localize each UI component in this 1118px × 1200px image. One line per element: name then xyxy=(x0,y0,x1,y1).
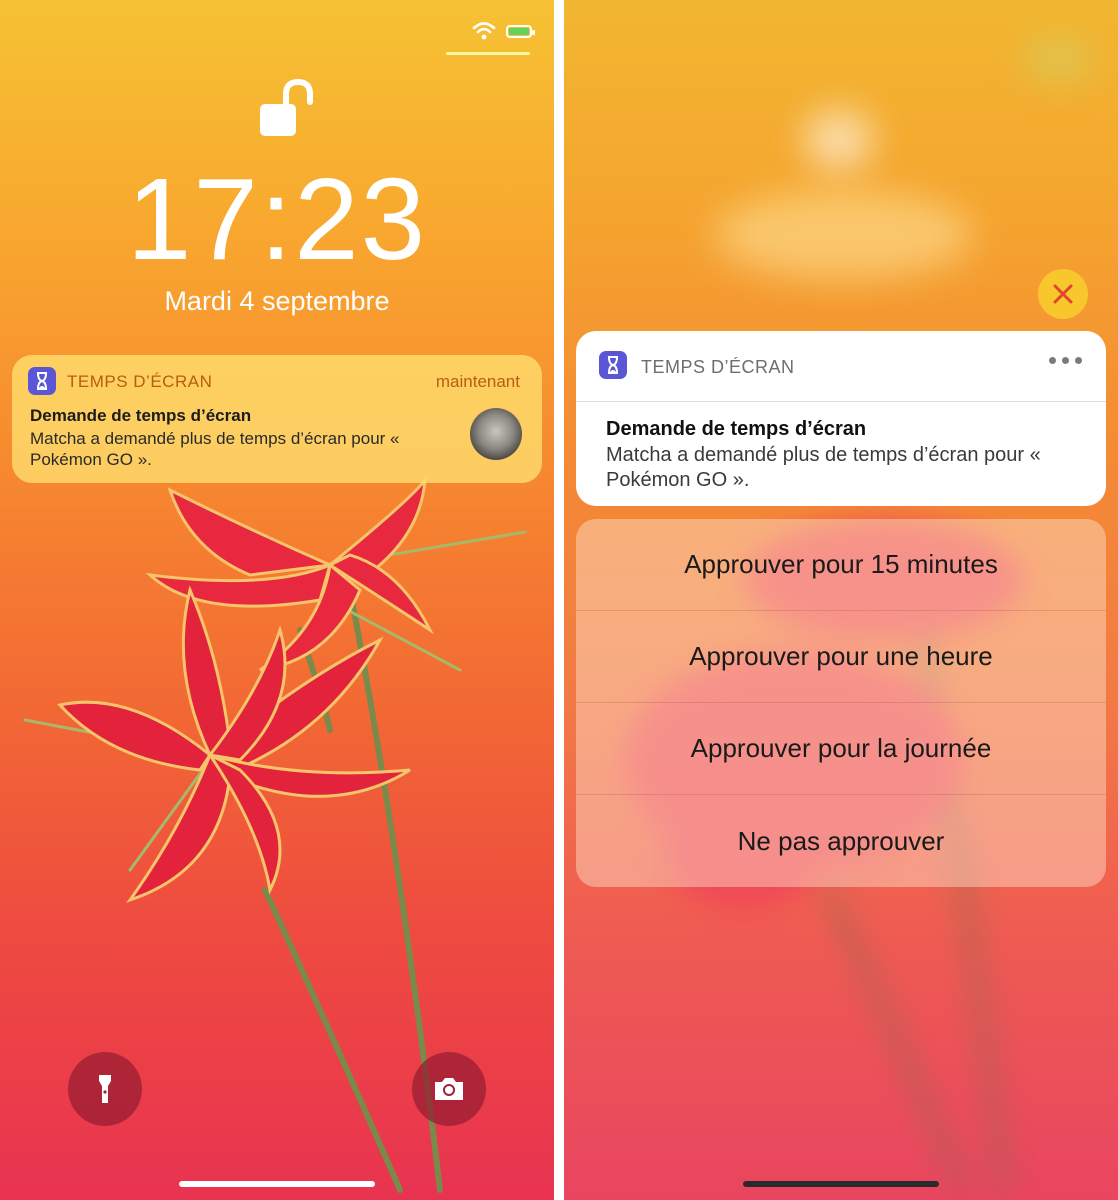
notification-app-name: TEMPS D’ÉCRAN xyxy=(641,357,795,377)
divider xyxy=(576,401,1106,402)
camera-icon xyxy=(435,1078,463,1100)
close-icon xyxy=(1053,284,1073,304)
flashlight-button[interactable] xyxy=(68,1052,142,1126)
hourglass-icon xyxy=(28,367,56,395)
wifi-icon xyxy=(472,22,496,40)
camera-button[interactable] xyxy=(412,1052,486,1126)
more-options-icon[interactable] xyxy=(1049,357,1082,364)
notification-card[interactable]: TEMPS D’ÉCRAN maintenant Demande de temp… xyxy=(12,355,542,483)
close-button[interactable] xyxy=(1038,269,1088,319)
notification-app-name: TEMPS D’ÉCRAN xyxy=(67,372,213,391)
expanded-notification-card: TEMPS D’ÉCRAN Demande de temps d’écran M… xyxy=(576,331,1106,506)
notification-body: Matcha a demandé plus de temps d’écran p… xyxy=(30,429,400,469)
notification-body: Matcha a demandé plus de temps d’écran p… xyxy=(606,444,1041,491)
approve-15-minutes-button[interactable]: Approuver pour 15 minutes xyxy=(576,519,1106,611)
action-sheet: Approuver pour 15 minutes Approuver pour… xyxy=(576,519,1106,887)
lock-open-icon xyxy=(260,78,313,136)
blurred-status xyxy=(1024,40,1094,80)
clock-time: 17:23 xyxy=(126,154,428,284)
dont-approve-button[interactable]: Ne pas approuver xyxy=(576,795,1106,887)
home-indicator[interactable] xyxy=(743,1181,939,1187)
notification-timestamp: maintenant xyxy=(435,372,520,391)
clock-date: Mardi 4 septembre xyxy=(164,286,390,316)
notification-title: Demande de temps d’écran xyxy=(606,418,867,440)
flashlight-icon xyxy=(99,1075,111,1103)
lock-screen: 17:23 Mardi 4 septembre TEMPS D’ÉCRAN ma… xyxy=(0,0,554,1200)
battery-charging-icon xyxy=(506,24,535,38)
status-bar xyxy=(472,22,535,40)
expanded-notification-screen: TEMPS D’ÉCRAN Demande de temps d’écran M… xyxy=(564,0,1118,1200)
avatar xyxy=(470,408,522,460)
control-center-indicator[interactable] xyxy=(446,52,530,55)
blurred-clock xyxy=(714,190,974,280)
home-indicator[interactable] xyxy=(179,1181,375,1187)
blurred-lock xyxy=(804,110,874,170)
approve-one-hour-button[interactable]: Approuver pour une heure xyxy=(576,611,1106,703)
approve-all-day-button[interactable]: Approuver pour la journée xyxy=(576,703,1106,795)
hourglass-icon xyxy=(599,351,627,379)
notification-title: Demande de temps d’écran xyxy=(30,406,252,425)
